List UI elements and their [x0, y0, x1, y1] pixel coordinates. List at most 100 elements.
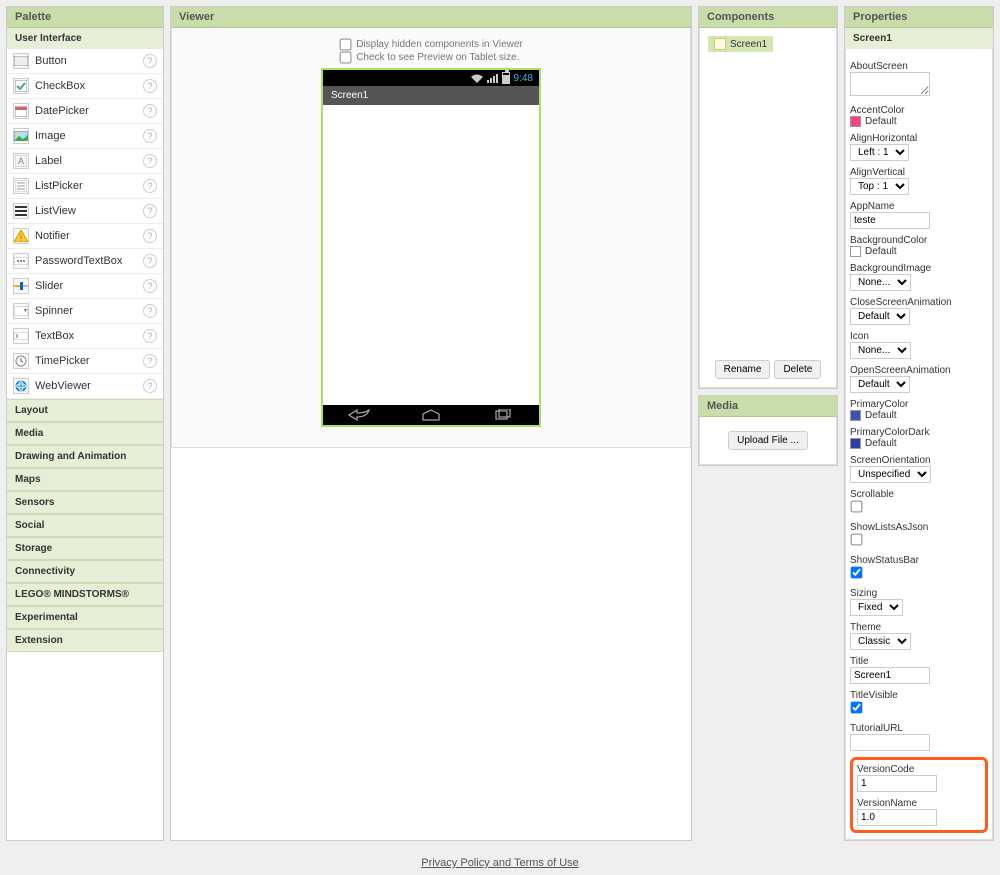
sizing-select[interactable]: Fixed — [850, 599, 903, 616]
palette-item-button[interactable]: Button? — [7, 49, 163, 74]
palette-item-label: DatePicker — [35, 105, 89, 117]
signal-icon — [487, 74, 498, 83]
label-statusbar: ShowStatusBar — [850, 555, 988, 566]
component-screen1[interactable]: Screen1 — [708, 36, 773, 52]
svg-text:!: ! — [20, 233, 23, 242]
palette-item-checkbox[interactable]: CheckBox? — [7, 74, 163, 99]
titlevis-checkbox[interactable] — [851, 702, 863, 714]
opt-display-hidden-checkbox[interactable] — [340, 39, 352, 51]
help-icon[interactable]: ? — [143, 154, 157, 168]
palette-item-textbox[interactable]: TextBox? — [7, 324, 163, 349]
bgcolor-picker[interactable]: Default — [850, 246, 988, 257]
label-title: Title — [850, 656, 988, 667]
palette-item-label: PasswordTextBox — [35, 255, 122, 267]
category-connectivity[interactable]: Connectivity — [7, 560, 163, 583]
rename-button[interactable]: Rename — [715, 360, 771, 379]
help-icon[interactable]: ? — [143, 79, 157, 93]
primdark-picker[interactable]: Default — [850, 438, 988, 449]
nav-recent-icon — [491, 409, 515, 421]
wifi-icon — [471, 74, 483, 83]
label-primdark: PrimaryColorDark — [850, 427, 988, 438]
category-sensors[interactable]: Sensors — [7, 491, 163, 514]
help-icon[interactable]: ? — [143, 179, 157, 193]
vcode-field[interactable] — [857, 775, 937, 792]
upload-file-button[interactable]: Upload File ... — [728, 431, 808, 450]
help-icon[interactable]: ? — [143, 279, 157, 293]
scroll-checkbox[interactable] — [851, 501, 863, 513]
vname-field[interactable] — [857, 809, 937, 826]
slider-icon — [13, 278, 29, 294]
aboutscreen-field[interactable] — [850, 72, 930, 96]
notifier-icon: ! — [13, 228, 29, 244]
closeanim-select[interactable]: Default — [850, 308, 910, 325]
opt-tablet-preview-checkbox[interactable] — [340, 52, 352, 64]
category-experimental[interactable]: Experimental — [7, 606, 163, 629]
palette-item-label[interactable]: ALabel? — [7, 149, 163, 174]
label-scroll: Scrollable — [850, 489, 988, 500]
palette-item-timepicker[interactable]: TimePicker? — [7, 349, 163, 374]
screen-icon — [714, 38, 726, 50]
accentcolor-picker[interactable]: Default — [850, 116, 988, 127]
title-field[interactable] — [850, 667, 930, 684]
palette-item-notifier[interactable]: ! Notifier? — [7, 224, 163, 249]
palette-title: Palette — [7, 7, 163, 28]
help-icon[interactable]: ? — [143, 204, 157, 218]
palette-item-label: TextBox — [35, 330, 74, 342]
tutorial-field[interactable] — [850, 734, 930, 751]
help-icon[interactable]: ? — [143, 54, 157, 68]
palette-item-image[interactable]: Image? — [7, 124, 163, 149]
help-icon[interactable]: ? — [143, 254, 157, 268]
category-maps[interactable]: Maps — [7, 468, 163, 491]
category-storage[interactable]: Storage — [7, 537, 163, 560]
icon-select[interactable]: None... — [850, 342, 911, 359]
category-lego-mindstorms-[interactable]: LEGO® MINDSTORMS® — [7, 583, 163, 606]
label-bgimage: BackgroundImage — [850, 263, 988, 274]
palette-item-datepicker[interactable]: DatePicker? — [7, 99, 163, 124]
privacy-link[interactable]: Privacy Policy and Terms of Use — [421, 857, 579, 869]
help-icon[interactable]: ? — [143, 229, 157, 243]
primcolor-picker[interactable]: Default — [850, 410, 988, 421]
palette-item-list: Button?CheckBox?DatePicker?Image?ALabel?… — [7, 49, 163, 399]
appname-field[interactable] — [850, 212, 930, 229]
help-icon[interactable]: ? — [143, 329, 157, 343]
checkbox-icon — [13, 78, 29, 94]
label-openanim: OpenScreenAnimation — [850, 365, 988, 376]
palette-item-slider[interactable]: Slider? — [7, 274, 163, 299]
statusbar-checkbox[interactable] — [851, 567, 863, 579]
category-social[interactable]: Social — [7, 514, 163, 537]
alignv-select[interactable]: Top : 1 — [850, 178, 909, 195]
category-extension[interactable]: Extension — [7, 629, 163, 652]
palette-item-listpicker[interactable]: ListPicker? — [7, 174, 163, 199]
help-icon[interactable]: ? — [143, 354, 157, 368]
bgimage-select[interactable]: None... — [850, 274, 911, 291]
label-lists: ShowListsAsJson — [850, 522, 988, 533]
help-icon[interactable]: ? — [143, 104, 157, 118]
delete-button[interactable]: Delete — [774, 360, 821, 379]
category-user-interface[interactable]: User Interface — [7, 28, 163, 49]
palette-item-label: Notifier — [35, 230, 70, 242]
palette-item-webviewer[interactable]: WebViewer? — [7, 374, 163, 399]
category-drawing-and-animation[interactable]: Drawing and Animation — [7, 445, 163, 468]
help-icon[interactable]: ? — [143, 379, 157, 393]
opt-display-hidden[interactable]: Display hidden components in Viewer — [339, 38, 523, 51]
orient-select[interactable]: Unspecified — [850, 466, 931, 483]
category-media[interactable]: Media — [7, 422, 163, 445]
palette-item-label: Button — [35, 55, 67, 67]
palette-item-listview[interactable]: ListView? — [7, 199, 163, 224]
openanim-select[interactable]: Default — [850, 376, 910, 393]
label-orient: ScreenOrientation — [850, 455, 988, 466]
opt-tablet-preview[interactable]: Check to see Preview on Tablet size. — [339, 51, 523, 64]
category-layout[interactable]: Layout — [7, 399, 163, 422]
palette-item-spinner[interactable]: Spinner? — [7, 299, 163, 324]
phone-screen-canvas[interactable] — [323, 105, 539, 405]
palette-item-label: WebViewer — [35, 380, 91, 392]
lists-checkbox[interactable] — [851, 534, 863, 546]
theme-select[interactable]: Classic — [850, 633, 911, 650]
palette-item-passwordtextbox[interactable]: PasswordTextBox? — [7, 249, 163, 274]
help-icon[interactable]: ? — [143, 304, 157, 318]
footer: Privacy Policy and Terms of Use — [0, 847, 1000, 875]
alignh-select[interactable]: Left : 1 — [850, 144, 909, 161]
viewer-title: Viewer — [171, 7, 691, 28]
help-icon[interactable]: ? — [143, 129, 157, 143]
svg-text:A: A — [18, 156, 24, 166]
